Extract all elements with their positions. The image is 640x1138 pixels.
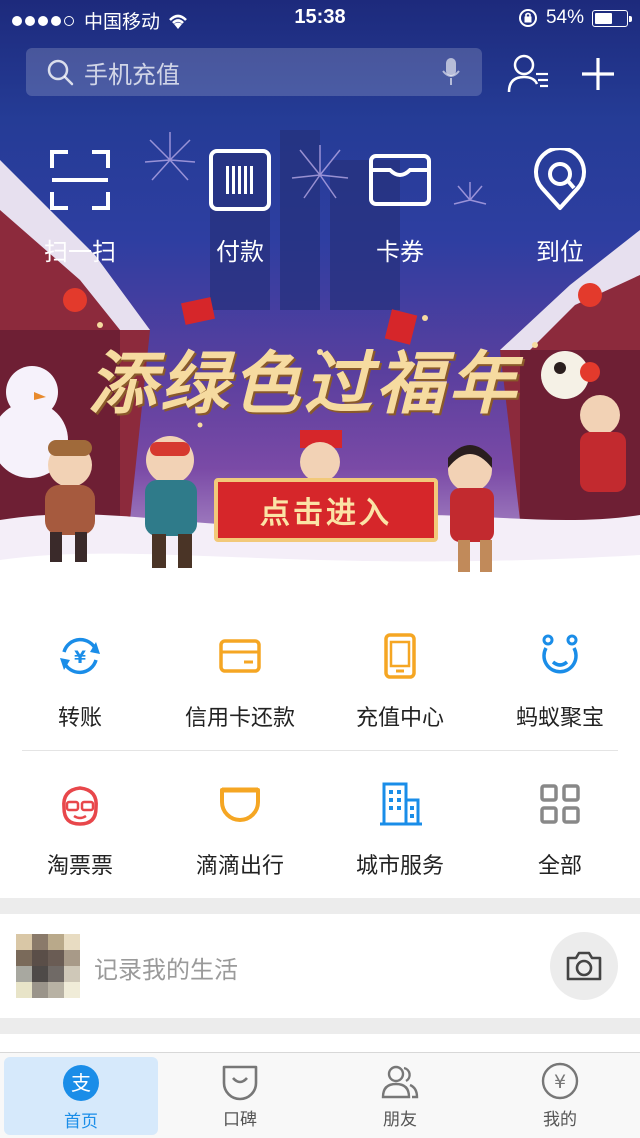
add-icon[interactable]	[576, 52, 620, 96]
camera-button[interactable]	[550, 932, 618, 1000]
tab-home[interactable]: 支 首页	[4, 1057, 158, 1135]
avatar	[16, 934, 80, 998]
feed-strip	[0, 1034, 640, 1054]
pay-label: 付款	[216, 239, 264, 266]
banner-button-label: 点击进入	[260, 497, 392, 530]
battery-percent: 54%	[545, 7, 584, 28]
didi-icon	[220, 787, 260, 822]
service-transfer[interactable]: ¥ 转账	[0, 632, 160, 732]
service-label: 滴滴出行	[195, 853, 284, 878]
battery-icon	[592, 9, 632, 27]
city-building-icon	[380, 782, 422, 826]
scan-label: 扫一扫	[44, 239, 116, 266]
scan-icon	[50, 150, 110, 210]
service-didi[interactable]: 滴滴出行	[160, 780, 320, 880]
barcode-icon	[209, 149, 271, 211]
grid-icon	[540, 784, 580, 824]
tab-friends[interactable]: 朋友	[320, 1053, 480, 1138]
location-icon	[534, 148, 586, 210]
search-input[interactable]: 手机充值	[84, 55, 442, 90]
credit-card-icon	[219, 639, 261, 673]
banner-title: 添绿色过福年	[88, 344, 521, 424]
service-recharge[interactable]: 充值中心	[320, 632, 480, 732]
svg-text:¥: ¥	[74, 648, 86, 668]
tab-label: 朋友	[383, 1110, 417, 1129]
record-life-card[interactable]: 记录我的生活	[0, 914, 640, 1018]
service-label: 淘票票	[46, 853, 113, 878]
record-life-placeholder: 记录我的生活	[94, 957, 238, 984]
search-bar[interactable]: 手机充值	[26, 48, 482, 96]
service-label: 充值中心	[355, 705, 444, 730]
friends-icon	[381, 1065, 419, 1099]
battery-area: 54%	[518, 7, 632, 29]
tab-bar: 支 首页 口碑 朋友 ¥ 我的	[0, 1052, 640, 1138]
camera-icon	[566, 951, 602, 981]
microphone-icon[interactable]	[442, 57, 460, 87]
koubei-icon	[222, 1065, 258, 1101]
banner-enter-button[interactable]: 点击进入	[214, 478, 438, 542]
service-all[interactable]: 全部	[480, 780, 640, 880]
tab-label: 首页	[64, 1112, 98, 1131]
tab-label: 我的	[543, 1110, 577, 1129]
cards-button[interactable]: 卡券	[320, 148, 480, 267]
service-city[interactable]: 城市服务	[320, 780, 480, 880]
yuan-icon: ¥	[541, 1062, 579, 1100]
services-row: 淘票票 滴滴出行 城市服务 全部	[0, 780, 640, 880]
cards-label: 卡券	[376, 239, 424, 266]
divider	[22, 750, 618, 751]
service-label: 信用卡还款	[184, 705, 295, 730]
svg-text:支: 支	[71, 1071, 91, 1095]
service-taopiaopiao[interactable]: 淘票票	[0, 780, 160, 880]
arrive-button[interactable]: 到位	[480, 148, 640, 267]
svg-text:¥: ¥	[554, 1071, 566, 1093]
service-credit-card[interactable]: 信用卡还款	[160, 632, 320, 732]
service-label: 蚂蚁聚宝	[515, 705, 604, 730]
scan-button[interactable]: 扫一扫	[0, 148, 160, 267]
status-bar: 中国移动 15:38 54%	[0, 0, 640, 36]
search-icon	[47, 59, 74, 86]
service-label: 城市服务	[355, 853, 444, 878]
tab-mine[interactable]: ¥ 我的	[480, 1053, 640, 1138]
contacts-icon[interactable]	[506, 52, 550, 96]
transfer-icon: ¥	[60, 637, 100, 675]
service-ant-fortune[interactable]: 蚂蚁聚宝	[480, 632, 640, 732]
tab-label: 口碑	[223, 1110, 257, 1129]
phone-icon	[384, 633, 416, 679]
rotation-lock-icon	[518, 9, 537, 27]
service-label: 转账	[57, 705, 102, 730]
taopiaopiao-icon	[62, 786, 98, 826]
wallet-icon	[369, 154, 431, 206]
pay-button[interactable]: 付款	[160, 148, 320, 267]
services-row: ¥ 转账 信用卡还款 充值中心 蚂蚁聚宝	[0, 632, 640, 732]
service-label: 全部	[537, 853, 582, 878]
alipay-icon: 支	[63, 1065, 99, 1101]
tab-koubei[interactable]: 口碑	[160, 1053, 320, 1138]
hero-banner-area: 中国移动 15:38 54% 手机充值 扫一扫 付款 卡券 到位 添绿色过福年 …	[0, 0, 640, 600]
quick-actions: 扫一扫 付款 卡券 到位	[0, 148, 640, 267]
ant-fortune-icon	[542, 634, 578, 674]
services-grid: ¥ 转账 信用卡还款 充值中心 蚂蚁聚宝 淘票票 滴滴出行 城市服务 全部	[0, 600, 640, 898]
arrive-label: 到位	[536, 239, 584, 266]
